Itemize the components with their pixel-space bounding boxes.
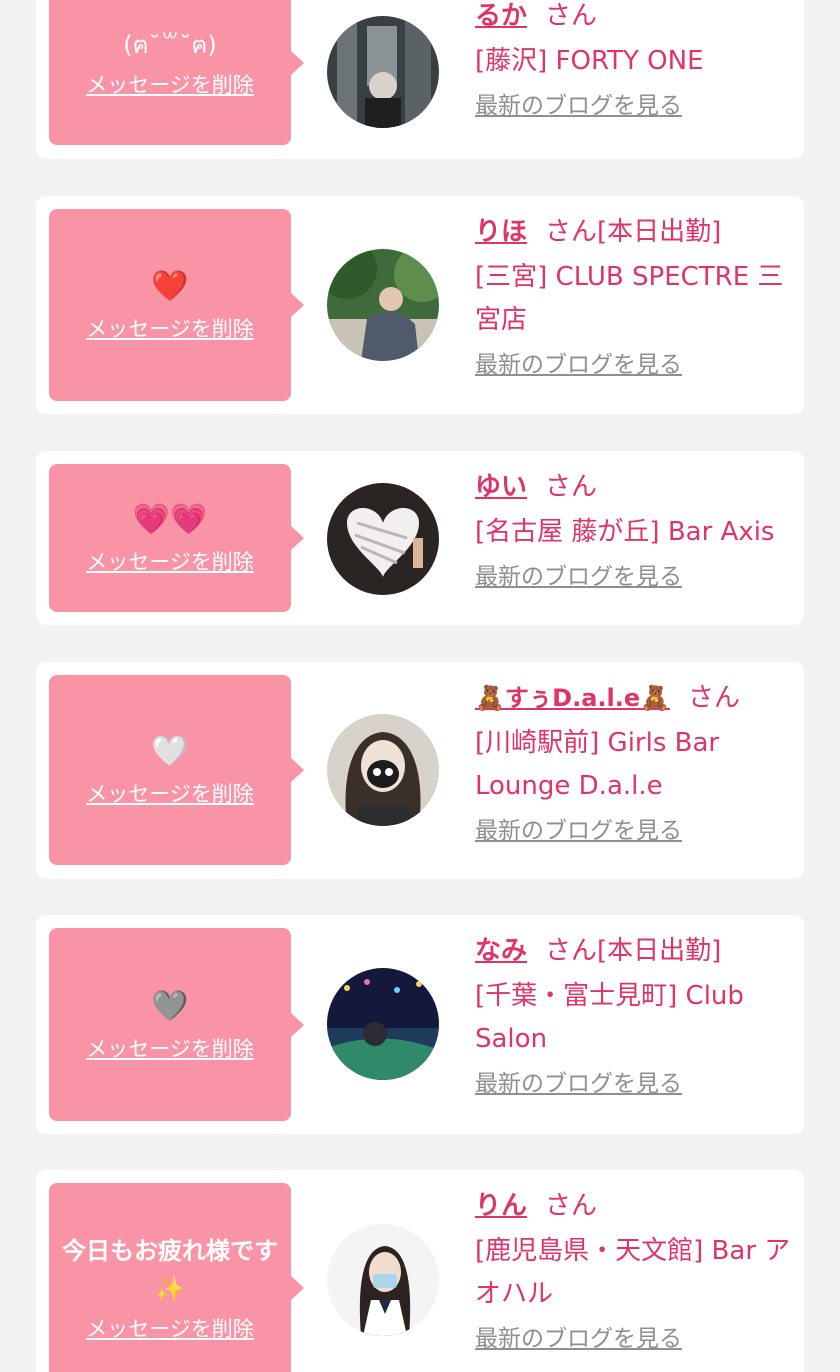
cast-info: るか さん [藤沢] FORTY ONE 最新のブログを見る [475, 0, 797, 123]
honorific: さん [545, 936, 598, 966]
avatar[interactable] [327, 249, 439, 361]
status-text: [本日出勤] [597, 936, 722, 966]
cast-name-link[interactable]: るか [475, 1, 527, 31]
cast-info: りん さん [鹿児島県・天文館] Bar アオハル 最新のブログを見る [475, 1186, 797, 1356]
delete-message-link[interactable]: メッセージを削除 [86, 1314, 254, 1344]
delete-message-link[interactable]: メッセージを削除 [86, 70, 254, 100]
latest-blog-link[interactable]: 最新のブログを見る [475, 348, 797, 382]
message-card: 今日もお疲れ様です✨ メッセージを削除 りん さん [鹿児島県・天文館] Bar … [36, 1170, 804, 1372]
avatar[interactable] [327, 16, 439, 128]
cast-name-link[interactable]: 🧸すぅD.a.l.e🧸 [475, 684, 670, 712]
delete-message-link[interactable]: メッセージを削除 [86, 1034, 254, 1064]
cast-info: りほ さん[本日出勤] [三宮] CLUB SPECTRE 三宮店 最新のブログを… [475, 212, 797, 382]
honorific: さん [545, 472, 598, 502]
message-card: ❤️ メッセージを削除 りほ さん[本日出勤] [三宮] CLUB SPECTRE… [36, 196, 804, 414]
delete-message-link[interactable]: メッセージを削除 [86, 314, 254, 344]
message-bubble: ❤️ メッセージを削除 [49, 209, 304, 401]
message-text: 🩶 [151, 988, 189, 1024]
shop-link[interactable]: [藤沢] FORTY ONE [475, 40, 797, 83]
cast-name-link[interactable]: りほ [475, 217, 527, 247]
latest-blog-link[interactable]: 最新のブログを見る [475, 89, 797, 123]
shop-link[interactable]: [三宮] CLUB SPECTRE 三宮店 [475, 256, 797, 342]
honorific: さん [688, 683, 741, 713]
message-card: 💗💗 メッセージを削除 ゆい さん [名古屋 藤が丘] Bar Axis 最新のブ… [36, 451, 804, 625]
avatar[interactable] [327, 968, 439, 1080]
message-card: (ฅ˘꒳˘ฅ) メッセージを削除 るか さん [藤沢] FORTY ONE 最新の… [36, 0, 804, 159]
latest-blog-link[interactable]: 最新のブログを見る [475, 560, 797, 594]
avatar[interactable] [327, 483, 439, 595]
message-bubble: 今日もお疲れ様です✨ メッセージを削除 [49, 1183, 304, 1372]
cast-info: なみ さん[本日出勤] [千葉・富士見町] Club Salon 最新のブログを見… [475, 931, 797, 1101]
status-text: [本日出勤] [597, 217, 722, 247]
message-text: 🤍 [151, 734, 189, 769]
message-bubble: 🤍 メッセージを削除 [49, 675, 304, 865]
avatar[interactable] [327, 714, 439, 826]
message-text: ❤️ [151, 269, 189, 304]
latest-blog-link[interactable]: 最新のブログを見る [475, 1067, 797, 1101]
avatar[interactable] [327, 1224, 439, 1336]
cast-name-link[interactable]: りん [475, 1191, 527, 1221]
cast-info: 🧸すぅD.a.l.e🧸 さん [川崎駅前] Girls Bar Lounge D.… [475, 678, 797, 848]
honorific: さん [545, 217, 598, 247]
cast-name-link[interactable]: なみ [475, 936, 527, 966]
message-text: (ฅ˘꒳˘ฅ) [123, 30, 217, 59]
shop-link[interactable]: [名古屋 藤が丘] Bar Axis [475, 511, 797, 554]
shop-link[interactable]: [川崎駅前] Girls Bar Lounge D.a.l.e [475, 722, 797, 808]
message-card: 🤍 メッセージを削除 🧸すぅD.a.l.e🧸 さん [川崎駅前] Girls Ba… [36, 662, 804, 879]
cast-info: ゆい さん [名古屋 藤が丘] Bar Axis 最新のブログを見る [475, 467, 797, 594]
message-card: 🩶 メッセージを削除 なみ さん[本日出勤] [千葉・富士見町] Club Sal… [36, 915, 804, 1134]
delete-message-link[interactable]: メッセージを削除 [86, 779, 254, 809]
shop-link[interactable]: [鹿児島県・天文館] Bar アオハル [475, 1230, 797, 1316]
cast-name-link[interactable]: ゆい [475, 472, 527, 502]
latest-blog-link[interactable]: 最新のブログを見る [475, 1322, 797, 1356]
message-text: 💗💗 [132, 502, 208, 537]
delete-message-link[interactable]: メッセージを削除 [86, 547, 254, 577]
message-bubble: 💗💗 メッセージを削除 [49, 464, 304, 612]
honorific: さん [545, 1, 598, 31]
message-bubble: 🩶 メッセージを削除 [49, 928, 304, 1121]
shop-link[interactable]: [千葉・富士見町] Club Salon [475, 975, 797, 1061]
message-bubble: (ฅ˘꒳˘ฅ) メッセージを削除 [49, 0, 304, 145]
honorific: さん [545, 1191, 598, 1221]
message-text: 今日もお疲れ様です✨ [62, 1237, 278, 1303]
latest-blog-link[interactable]: 最新のブログを見る [475, 814, 797, 848]
